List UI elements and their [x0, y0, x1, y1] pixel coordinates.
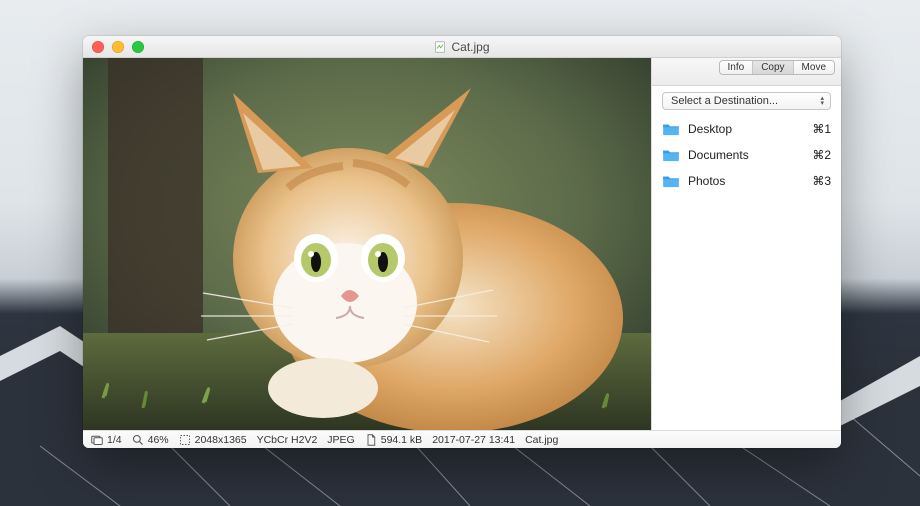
sidebar-tabs: Info Copy Move: [652, 58, 841, 86]
status-index-group: 1/4: [91, 434, 122, 446]
chevron-updown-icon: ▴▾: [820, 96, 824, 106]
minimize-button[interactable]: [112, 41, 124, 53]
maximize-button[interactable]: [132, 41, 144, 53]
destination-label: Documents: [688, 148, 804, 162]
status-colorspace: YCbCr H2V2: [257, 434, 318, 446]
desktop-background: Cat.jpg: [0, 0, 920, 506]
window-title-text: Cat.jpg: [451, 40, 489, 54]
status-format: JPEG: [327, 434, 354, 446]
status-size-group: 594.1 kB: [365, 434, 422, 446]
folder-icon: [662, 122, 680, 136]
destination-label: Desktop: [688, 122, 804, 136]
status-dimensions-group: 2048x1365: [179, 434, 247, 446]
destination-label: Photos: [688, 174, 804, 188]
destination-shortcut: ⌘2: [812, 148, 831, 162]
window-controls: [83, 41, 144, 53]
folder-icon: [662, 174, 680, 188]
destination-item-desktop[interactable]: Desktop ⌘1: [658, 116, 835, 142]
destination-item-photos[interactable]: Photos ⌘3: [658, 168, 835, 194]
status-filename: Cat.jpg: [525, 434, 558, 446]
images-icon: [91, 434, 103, 446]
document-icon: [434, 41, 446, 53]
tab-info[interactable]: Info: [720, 61, 754, 74]
window-title: Cat.jpg: [83, 40, 841, 54]
status-index: 1/4: [107, 434, 122, 446]
image-preview-cat: [83, 58, 651, 430]
status-size: 594.1 kB: [381, 434, 422, 446]
status-datetime: 2017-07-27 13:41: [432, 434, 515, 446]
close-button[interactable]: [92, 41, 104, 53]
folder-icon: [662, 148, 680, 162]
magnifier-icon: [132, 434, 144, 446]
destination-item-documents[interactable]: Documents ⌘2: [658, 142, 835, 168]
destination-list: Desktop ⌘1 Documents ⌘2: [652, 114, 841, 196]
content-area: Info Copy Move Select a Destination... ▴…: [83, 58, 841, 430]
status-zoom: 46%: [148, 434, 169, 446]
tab-move[interactable]: Move: [794, 61, 834, 74]
image-viewer[interactable]: [83, 58, 651, 430]
dimensions-icon: [179, 434, 191, 446]
destination-dropdown[interactable]: Select a Destination... ▴▾: [662, 92, 831, 110]
destination-shortcut: ⌘3: [812, 174, 831, 188]
status-zoom-group: 46%: [132, 434, 169, 446]
dropdown-label: Select a Destination...: [671, 95, 778, 107]
status-dimensions: 2048x1365: [195, 434, 247, 446]
sidebar: Info Copy Move Select a Destination... ▴…: [651, 58, 841, 430]
status-bar: 1/4 46% 2048x1365 YCbCr H2V2 JPEG: [83, 430, 841, 448]
titlebar[interactable]: Cat.jpg: [83, 36, 841, 58]
tab-copy[interactable]: Copy: [753, 61, 793, 74]
destination-shortcut: ⌘1: [812, 122, 831, 136]
app-window: Cat.jpg: [83, 36, 841, 448]
tab-segmented-control: Info Copy Move: [719, 60, 836, 75]
file-icon: [365, 434, 377, 446]
